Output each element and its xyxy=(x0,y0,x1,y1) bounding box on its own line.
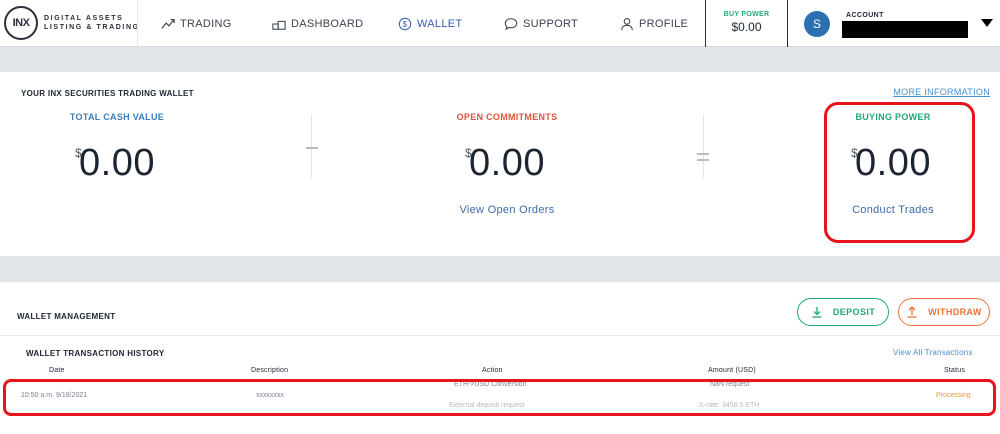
minus-sign xyxy=(306,147,318,149)
column-header-status: Status xyxy=(944,367,966,374)
open-commitments-column: OPEN COMMITMENTS $ 0.00 View Open Orders xyxy=(446,112,568,216)
nav-support-label: SUPPORT xyxy=(523,17,579,30)
deposit-label: DEPOSIT xyxy=(832,307,876,317)
download-arrow-icon xyxy=(812,307,822,318)
total-cash-amount: $ 0.00 xyxy=(57,142,177,186)
column-header-action: Action xyxy=(482,367,503,374)
nav-wallet[interactable]: $ WALLET xyxy=(398,0,462,47)
more-information-link[interactable]: MORE INFORMATION xyxy=(893,87,990,97)
header-divider xyxy=(137,0,138,47)
view-open-orders-link[interactable]: View Open Orders xyxy=(446,204,568,216)
logo-line-1: DIGITAL ASSETS xyxy=(44,15,124,22)
buy-power-value: $0.00 xyxy=(731,20,762,34)
account-name-redacted xyxy=(842,21,968,38)
nav-dashboard-label: DASHBOARD xyxy=(291,17,364,30)
currency-symbol: $ xyxy=(465,146,472,160)
column-header-amount: Amount (USD) xyxy=(708,367,756,374)
logo-line-2: LISTING & TRADING xyxy=(44,24,140,31)
logo-mark: INX xyxy=(4,6,38,40)
nav-dashboard[interactable]: DASHBOARD xyxy=(272,0,363,47)
nav-trading[interactable]: TRADING xyxy=(161,0,232,47)
caret-down-icon[interactable] xyxy=(980,17,994,29)
open-commitments-amount: $ 0.00 xyxy=(446,142,568,186)
view-all-transactions-link[interactable]: View All Transactions xyxy=(893,348,973,357)
total-cash-label: TOTAL CASH VALUE xyxy=(69,112,165,122)
column-header-description: Description xyxy=(251,367,289,374)
withdraw-button[interactable]: WITHDRAW xyxy=(898,298,990,326)
chat-bubble-icon xyxy=(504,17,518,30)
wallet-title: YOUR INX SECURITIES TRADING WALLET xyxy=(21,89,194,98)
avatar[interactable]: S xyxy=(804,11,830,37)
total-cash-column: TOTAL CASH VALUE $ 0.00 xyxy=(57,112,177,186)
currency-symbol: $ xyxy=(75,146,82,160)
upload-arrow-icon xyxy=(907,306,917,318)
nav-support[interactable]: SUPPORT xyxy=(504,0,578,47)
svg-text:$: $ xyxy=(403,19,408,28)
nav-wallet-label: WALLET xyxy=(417,17,463,30)
account-label: ACCOUNT xyxy=(846,12,884,19)
transaction-history-title: WALLET TRANSACTION HISTORY xyxy=(26,349,165,358)
column-header-date: Date xyxy=(49,367,65,374)
nav-profile-label: PROFILE xyxy=(639,17,689,30)
buying-power-highlight xyxy=(824,102,975,243)
open-commitments-label: OPEN COMMITMENTS xyxy=(456,112,558,122)
logo-text: DIGITAL ASSETS LISTING & TRADING xyxy=(44,14,140,32)
column-divider xyxy=(311,114,312,178)
buy-power-label: BUY POWER xyxy=(723,11,770,18)
header-buy-power: BUY POWER $0.00 xyxy=(705,0,788,47)
top-header: INX DIGITAL ASSETS LISTING & TRADING TRA… xyxy=(0,0,1000,47)
transaction-row-highlight xyxy=(3,379,996,416)
dashboard-icon xyxy=(272,20,286,30)
equals-sign xyxy=(697,153,711,162)
user-icon xyxy=(621,17,633,30)
section-divider xyxy=(0,335,1000,336)
trend-line-icon xyxy=(161,18,175,29)
dollar-circle-icon: $ xyxy=(398,17,412,30)
withdraw-label: WITHDRAW xyxy=(928,307,982,317)
total-cash-value: 0.00 xyxy=(79,142,155,184)
open-commitments-value: 0.00 xyxy=(469,142,545,184)
inx-logo[interactable]: INX DIGITAL ASSETS LISTING & TRADING xyxy=(4,6,138,42)
column-divider xyxy=(703,114,704,178)
nav-trading-label: TRADING xyxy=(180,17,232,30)
nav-profile[interactable]: PROFILE xyxy=(620,0,688,47)
deposit-button[interactable]: DEPOSIT xyxy=(797,298,889,326)
wallet-management-title: WALLET MANAGEMENT xyxy=(17,312,116,321)
